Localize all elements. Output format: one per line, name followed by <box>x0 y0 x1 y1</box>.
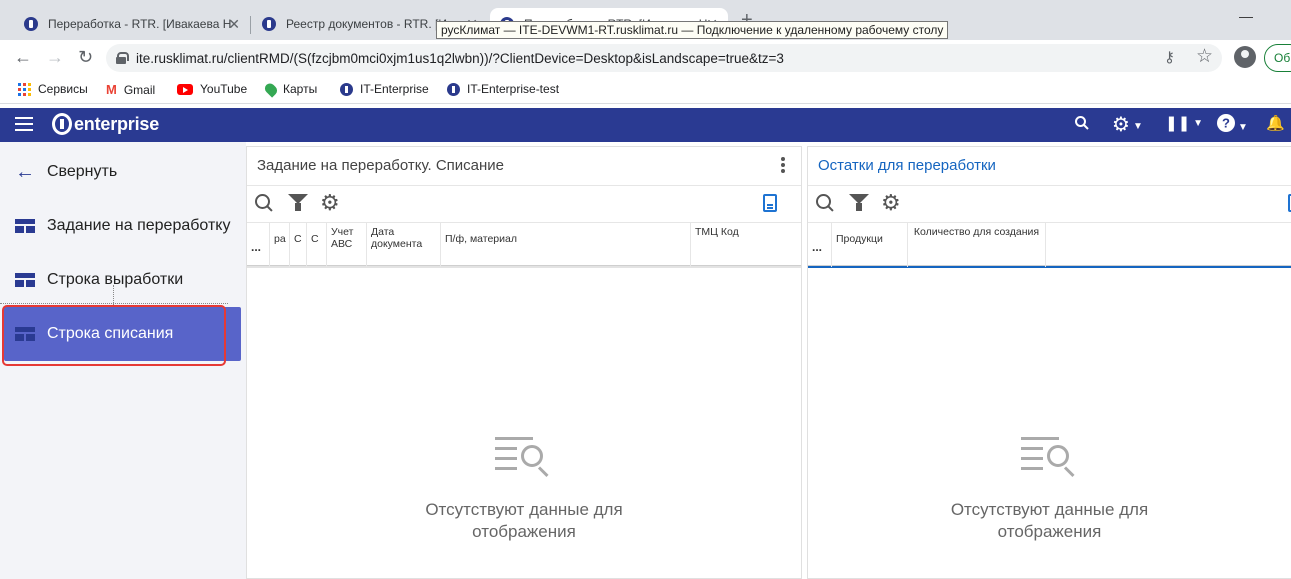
bookmark-star-icon[interactable]: ☆ <box>1196 45 1213 68</box>
bookmark-label: Карты <box>283 82 318 96</box>
sidebar-item-processing-task[interactable]: Задание на переработку <box>0 199 246 253</box>
table-icon <box>15 219 35 233</box>
sidebar-item-output-row[interactable]: Строка выработки <box>0 253 246 307</box>
bookmark-label: YouTube <box>200 82 248 96</box>
bookmark-label: Gmail <box>123 82 156 97</box>
column-header[interactable]: С <box>290 223 307 267</box>
table-header: ... Продукци Количество для создания <box>808 222 1291 267</box>
browser-tab-title: Переработка - RTR. [Ивакаева Н <box>48 17 232 31</box>
it-enterprise-logo: enterprise <box>52 113 159 135</box>
drag-guide-line <box>113 285 114 305</box>
column-header[interactable]: П/ф, материал <box>441 223 691 267</box>
table-icon <box>15 273 35 287</box>
bookmark-label: IT-Enterprise <box>360 82 429 96</box>
it-enterprise-favicon-icon <box>24 17 38 31</box>
column-menu[interactable]: ... <box>247 223 270 267</box>
back-arrow-icon[interactable]: ← <box>14 47 32 68</box>
url-text: ite.rusklimat.ru/clientRMD/(S(fzcjbm0mci… <box>136 50 784 66</box>
window-minimize-button[interactable]: — <box>1239 8 1253 24</box>
no-data-search-icon <box>1020 437 1079 481</box>
bookmark-services[interactable]: Сервисы <box>18 82 88 96</box>
panel-title: Остатки для переработки <box>808 147 1291 186</box>
chevron-down-icon: ▼ <box>1193 118 1204 129</box>
update-button[interactable]: Об <box>1264 44 1291 72</box>
reload-icon[interactable]: ↻ <box>78 47 93 68</box>
apps-grid-icon <box>18 82 31 96</box>
panel-toolbar: ⚙ <box>247 186 801 222</box>
pause-icon[interactable]: ❚❚ ▼ <box>1165 114 1203 132</box>
lock-icon <box>116 52 129 64</box>
sidebar-item-label: Свернуть <box>47 163 118 180</box>
svg-text:?: ? <box>1222 116 1230 131</box>
empty-state: Отсутствуют данные для отображения <box>808 437 1291 543</box>
browser-tab-1[interactable]: Переработка - RTR. [Ивакаева Н ✕ <box>14 8 250 40</box>
writeoff-panel: Задание на переработку. Списание ⚙ ... р… <box>246 146 802 579</box>
bookmark-it-enterprise[interactable]: IT-Enterprise <box>340 82 429 96</box>
gear-icon[interactable]: ⚙ <box>881 190 901 216</box>
search-icon[interactable] <box>255 194 273 212</box>
panel-toolbar: ⚙ <box>808 186 1291 222</box>
notifications-bell-icon[interactable]: 🔔 <box>1266 114 1285 132</box>
gmail-icon: M <box>106 82 117 97</box>
empty-state-text: Отсутствуют данные для отображения <box>950 500 1149 541</box>
column-header[interactable]: С <box>307 223 327 267</box>
tab-separator <box>250 16 251 34</box>
bookmark-label: IT-Enterprise-test <box>467 82 560 96</box>
app-header: enterprise ⚙ ▼ ❚❚ ▼ ? ▼ 🔔 <box>0 108 1291 142</box>
empty-state-text: Отсутствуют данные для отображения <box>425 500 623 541</box>
remaining-stock-panel: Остатки для переработки ⚙ ... Продукци К… <box>807 146 1291 579</box>
chevron-down-icon: ▼ <box>1132 121 1143 132</box>
no-data-search-icon <box>495 437 553 481</box>
bookmark-label: Сервисы <box>38 82 88 96</box>
search-icon[interactable] <box>1074 115 1090 136</box>
more-options-icon[interactable] <box>781 157 785 175</box>
column-header[interactable]: Дата документа <box>367 223 441 267</box>
hamburger-menu-icon[interactable] <box>15 117 33 131</box>
gear-icon[interactable]: ⚙ <box>320 190 340 216</box>
remote-desktop-tooltip: русКлимат — ITE-DEVWM1-RT.rusklimat.ru —… <box>436 21 949 39</box>
bookmark-it-enterprise-test[interactable]: IT-Enterprise-test <box>447 82 559 96</box>
column-header[interactable]: Учет АВС <box>327 223 367 267</box>
column-header[interactable]: Количество для создания <box>908 223 1046 267</box>
url-field[interactable]: ite.rusklimat.ru/clientRMD/(S(fzcjbm0mci… <box>106 44 1222 72</box>
key-icon[interactable]: ⚷ <box>1164 48 1175 66</box>
forward-arrow-icon[interactable]: → <box>46 47 64 68</box>
drag-guide-line <box>0 303 228 304</box>
bookmark-maps[interactable]: Карты <box>262 80 318 98</box>
browser-address-bar: ← → ↻ ite.rusklimat.ru/clientRMD/(S(fzcj… <box>0 40 1291 76</box>
settings-gear-icon[interactable]: ⚙ ▼ <box>1112 112 1143 137</box>
maps-icon <box>262 80 280 98</box>
column-header[interactable]: ра <box>270 223 290 267</box>
column-header[interactable]: Продукци <box>832 223 908 267</box>
profile-avatar-icon[interactable] <box>1234 46 1256 68</box>
column-header[interactable]: ТМЦ Код <box>691 223 801 267</box>
youtube-icon <box>177 83 193 95</box>
it-enterprise-favicon-icon <box>262 17 276 31</box>
table-header: ... ра С С Учет АВС Дата документа П/ф, … <box>247 222 801 267</box>
logo-mark-icon <box>52 113 72 135</box>
search-icon[interactable] <box>816 194 834 212</box>
help-icon[interactable]: ? ▼ <box>1217 114 1248 137</box>
logo-text: enterprise <box>74 113 160 134</box>
bookmark-youtube[interactable]: YouTube <box>177 82 247 96</box>
sidebar-item-label: Строка выработки <box>47 271 184 288</box>
chevron-down-icon: ▼ <box>1238 122 1248 133</box>
column-menu[interactable]: ... <box>808 223 832 267</box>
selection-highlight-box <box>2 305 226 366</box>
filter-icon[interactable] <box>849 194 869 212</box>
close-tab-icon[interactable]: ✕ <box>228 16 240 33</box>
bookmarks-bar: Сервисы M Gmail YouTube Карты IT-Enterpr… <box>0 76 1291 104</box>
it-enterprise-icon <box>447 82 460 96</box>
filter-icon[interactable] <box>288 194 308 212</box>
sidebar-collapse[interactable]: ← Свернуть <box>0 145 246 199</box>
new-document-icon[interactable] <box>763 194 777 212</box>
empty-state: Отсутствуют данные для отображения <box>247 437 801 543</box>
panel-title: Задание на переработку. Списание <box>247 147 801 186</box>
arrow-left-icon: ← <box>15 160 35 183</box>
sidebar-item-label: Задание на переработку <box>47 217 231 234</box>
bookmark-gmail[interactable]: M Gmail <box>106 82 155 97</box>
it-enterprise-icon <box>340 82 353 96</box>
